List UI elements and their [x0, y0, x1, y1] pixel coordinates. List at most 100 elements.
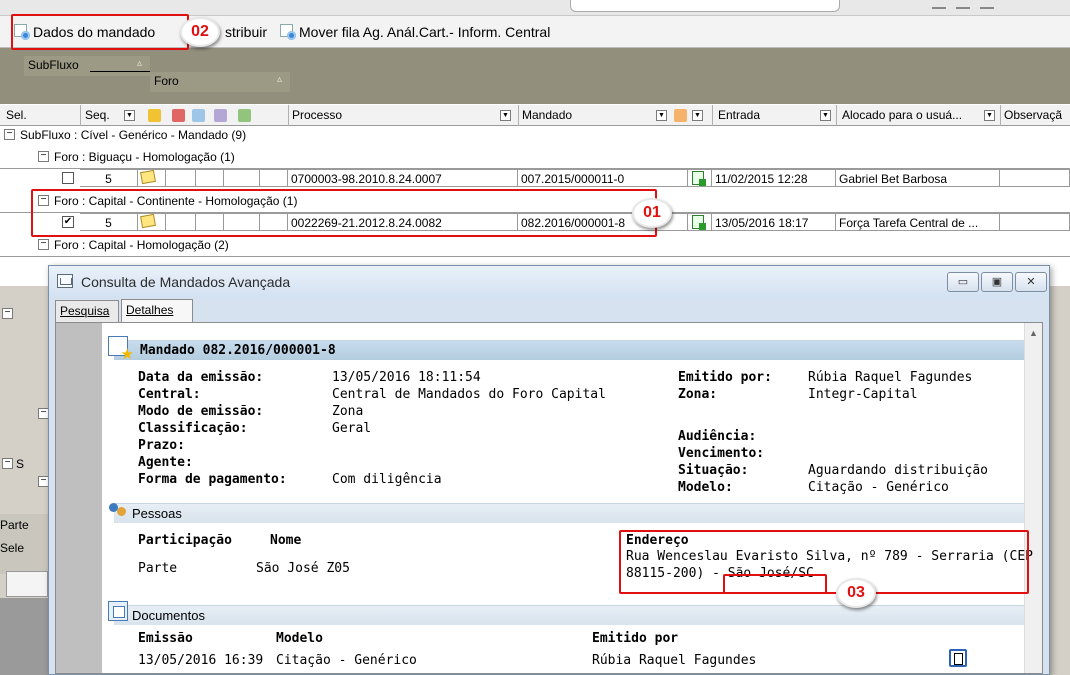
- col-mandado[interactable]: Mandado: [522, 108, 572, 122]
- value-emissao: 13/05/2016 16:39: [138, 653, 264, 668]
- collapse-icon[interactable]: −: [38, 151, 49, 162]
- group-row-capital[interactable]: − Foro : Capital - Homologação (2): [0, 236, 1070, 254]
- callout-badge-01: 01: [632, 198, 672, 228]
- col-seq[interactable]: Seq.: [85, 108, 110, 122]
- documentos-header-bar: [114, 605, 1024, 625]
- group-label: SubFluxo : Cível - Genérico - Mandado (9…: [20, 128, 247, 142]
- label-emitido-por: Emitido por:: [678, 370, 772, 385]
- highlight-box-03-cidade: [723, 574, 827, 594]
- row-checkbox[interactable]: [62, 172, 74, 184]
- value-modo-emissao: Zona: [332, 404, 364, 419]
- value-zona: Integr-Capital: [808, 387, 918, 402]
- close-button[interactable]: ✕: [1015, 272, 1047, 292]
- maximize-button[interactable]: ▣: [981, 272, 1013, 292]
- collapse-icon[interactable]: −: [38, 239, 49, 250]
- panel-gutter: [56, 323, 102, 673]
- tab-detalhes[interactable]: Detalhes: [121, 299, 193, 323]
- cell-note: [138, 169, 166, 187]
- group-chip-label: SubFluxo: [28, 58, 79, 72]
- value-forma-pagamento: Com diligência: [332, 472, 442, 487]
- col-filter-dropdown-icon[interactable]: ▼: [692, 110, 703, 121]
- col-processo-dropdown-icon[interactable]: ▼: [500, 110, 511, 121]
- col-alocado-dropdown-icon[interactable]: ▼: [984, 110, 995, 121]
- callout-badge-03: 03: [836, 578, 876, 608]
- cell-mandado: 007.2015/000011-0: [518, 169, 688, 187]
- col-emitido-por: Emitido por: [592, 631, 679, 646]
- window-icon: [57, 274, 73, 288]
- group-label: Foro : Biguaçu - Homologação (1): [54, 150, 235, 164]
- doc-red-icon: [172, 109, 185, 122]
- sort-up-icon: ▵: [276, 74, 282, 85]
- pessoas-header-title: Pessoas: [132, 506, 182, 521]
- mandado-star-icon: [108, 336, 134, 363]
- collapse-icon[interactable]: −: [4, 129, 15, 140]
- vertical-scrollbar[interactable]: ▲: [1024, 323, 1042, 673]
- col-mandado-dropdown-icon[interactable]: ▼: [656, 110, 667, 121]
- group-row-biguacu[interactable]: − Foro : Biguaçu - Homologação (1): [0, 148, 1070, 166]
- group-chip-foro[interactable]: Foro ▵: [150, 72, 290, 92]
- cell-empty: [166, 169, 196, 187]
- doc-green-icon[interactable]: [692, 171, 706, 186]
- col-participacao: Participação: [138, 533, 232, 548]
- value-nome: São José Z05: [256, 561, 350, 576]
- col-emissao: Emissão: [138, 631, 193, 646]
- col-entrada-dropdown-icon[interactable]: ▼: [820, 110, 831, 121]
- value-emitido-por: Rúbia Raquel Fagundes: [808, 370, 973, 385]
- documentos-header-title: Documentos: [132, 608, 205, 623]
- column-header-row: Sel. Seq. ▼ Processo ▼ Mandado ▼ ▼ Entra…: [0, 104, 1070, 126]
- distribuir-button[interactable]: stribuir: [225, 23, 267, 41]
- col-observacao[interactable]: Observaçã: [1004, 108, 1062, 122]
- left-pane-sele[interactable]: Sele: [0, 541, 24, 555]
- label-modo-emissao: Modo de emissão:: [138, 404, 264, 419]
- top-search-field[interactable]: [570, 0, 840, 12]
- collapse-icon[interactable]: −: [2, 308, 13, 319]
- group-row-subfluxo[interactable]: − SubFluxo : Cível - Genérico - Mandado …: [0, 126, 1070, 144]
- close-icon[interactable]: [980, 3, 994, 9]
- filter-icon: [674, 109, 687, 122]
- dialog-titlebar[interactable]: Consulta de Mandados Avançada ▭ ▣ ✕: [49, 266, 1049, 298]
- label-audiencia: Audiência:: [678, 429, 757, 444]
- col-modelo: Modelo: [276, 631, 323, 646]
- mover-fila-label: Mover fila Ag. Anál.Cart.- Inform. Centr…: [299, 24, 551, 40]
- restore-icon[interactable]: [956, 3, 970, 9]
- cell-doc: [688, 169, 712, 187]
- col-entrada[interactable]: Entrada: [718, 108, 760, 122]
- people-icon: [108, 501, 128, 521]
- sort-up-icon: ▵: [136, 58, 142, 69]
- scroll-up-icon[interactable]: ▲: [1029, 328, 1038, 338]
- left-pane-parte[interactable]: Parte: [0, 518, 29, 532]
- tab-pesquisa[interactable]: Pesquisa: [55, 300, 119, 322]
- value-data-emissao: 13/05/2016 18:11:54: [332, 370, 481, 385]
- minimize-icon[interactable]: [932, 3, 946, 9]
- group-chip-subfluxo[interactable]: SubFluxo ▵: [24, 56, 150, 76]
- detalhes-panel: ▲ Mandado 082.2016/000001-8 Data da emis…: [55, 322, 1043, 674]
- cell-empty: [260, 169, 288, 187]
- cell-entrada: 11/02/2015 12:28: [712, 169, 836, 187]
- left-pane-s: S: [16, 457, 25, 471]
- left-pane: − − − S − Parte Sele: [0, 286, 49, 675]
- mover-fila-button[interactable]: Mover fila Ag. Anál.Cart.- Inform. Centr…: [280, 23, 550, 41]
- col-alocado[interactable]: Alocado para o usuá...: [842, 108, 962, 122]
- table-row[interactable]: 5 0700003-98.2010.8.24.0007 007.2015/000…: [0, 168, 1070, 187]
- open-document-icon[interactable]: [949, 649, 967, 667]
- consulta-mandados-dialog: Consulta de Mandados Avançada ▭ ▣ ✕ Pesq…: [48, 265, 1050, 675]
- label-agente: Agente:: [138, 455, 193, 470]
- label-vencimento: Vencimento:: [678, 446, 765, 461]
- collapse-icon[interactable]: −: [2, 458, 13, 469]
- col-seq-dropdown-icon[interactable]: ▼: [124, 110, 135, 121]
- doc-green-icon[interactable]: [692, 215, 706, 230]
- value-classificacao: Geral: [332, 421, 372, 436]
- cell-seq: 5: [80, 169, 138, 187]
- note-icon: [148, 109, 161, 122]
- highlight-box-01: [31, 189, 657, 237]
- cell-doc: [688, 213, 712, 231]
- col-nome: Nome: [270, 533, 302, 548]
- label-central: Central:: [138, 387, 201, 402]
- group-by-bar: SubFluxo ▵ Foro ▵: [0, 48, 1070, 104]
- label-data-emissao: Data da emissão:: [138, 370, 264, 385]
- col-sel[interactable]: Sel.: [6, 108, 27, 122]
- col-processo[interactable]: Processo: [292, 108, 342, 122]
- minimize-button[interactable]: ▭: [947, 272, 979, 292]
- cell-observacao: [1000, 169, 1070, 187]
- folder-arrow-icon: [238, 109, 251, 122]
